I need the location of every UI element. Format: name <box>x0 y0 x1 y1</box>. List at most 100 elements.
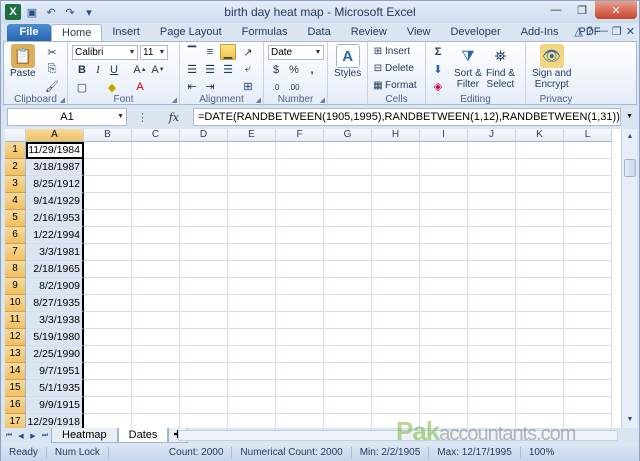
tab-home[interactable]: Home <box>51 24 103 41</box>
cell[interactable] <box>564 142 612 159</box>
cell[interactable] <box>228 227 276 244</box>
cell[interactable] <box>228 295 276 312</box>
prev-sheet-icon[interactable]: ◀ <box>15 432 27 440</box>
copy-icon[interactable]: ⎘ <box>44 61 60 77</box>
cell[interactable] <box>372 227 420 244</box>
cell[interactable] <box>84 261 132 278</box>
cell[interactable] <box>132 312 180 329</box>
cell[interactable] <box>276 312 324 329</box>
cell[interactable] <box>420 295 468 312</box>
cell[interactable] <box>372 210 420 227</box>
wrap-text-icon[interactable]: ⤶ <box>240 61 256 77</box>
cell[interactable] <box>228 142 276 159</box>
cell-a[interactable]: 9/9/1915 <box>26 397 84 414</box>
drag-handle-icon[interactable]: ⋮ <box>137 111 148 124</box>
cell[interactable] <box>84 176 132 193</box>
cell[interactable] <box>180 363 228 380</box>
cell[interactable] <box>564 312 612 329</box>
cell[interactable] <box>324 380 372 397</box>
shrink-font-icon[interactable]: A ▼ <box>150 62 166 78</box>
row-header[interactable]: 3 <box>5 176 26 193</box>
cell[interactable] <box>276 380 324 397</box>
align-right-icon[interactable]: ☰ <box>220 61 236 77</box>
insert-function-button[interactable]: fx <box>169 111 179 124</box>
cell[interactable] <box>276 414 324 428</box>
cell[interactable] <box>420 380 468 397</box>
cell[interactable] <box>420 142 468 159</box>
column-header[interactable]: C <box>132 129 180 142</box>
cell[interactable] <box>132 397 180 414</box>
cell[interactable] <box>276 176 324 193</box>
cell-a[interactable]: 2/25/1990 <box>26 346 84 363</box>
workbook-close-icon[interactable]: ✕ <box>626 25 635 38</box>
cell[interactable] <box>516 142 564 159</box>
column-header[interactable]: J <box>468 129 516 142</box>
column-header[interactable]: H <box>372 129 420 142</box>
cell[interactable] <box>180 159 228 176</box>
cell[interactable] <box>516 295 564 312</box>
increase-indent-icon[interactable]: ⇥ <box>202 78 218 94</box>
cell[interactable] <box>468 261 516 278</box>
cell[interactable] <box>324 278 372 295</box>
format-cells-button[interactable]: ▦ Format <box>371 78 416 93</box>
cell[interactable] <box>516 176 564 193</box>
cell[interactable] <box>372 278 420 295</box>
autosum-icon[interactable]: Σ <box>430 44 446 60</box>
cell-a[interactable]: 3/3/1938 <box>26 312 84 329</box>
cell[interactable] <box>564 244 612 261</box>
cell[interactable] <box>372 193 420 210</box>
cell[interactable] <box>420 244 468 261</box>
cell[interactable] <box>564 193 612 210</box>
cell[interactable] <box>372 142 420 159</box>
font-color-icon[interactable]: A <box>132 79 148 95</box>
row-header[interactable]: 9 <box>5 278 26 295</box>
row-header[interactable]: 4 <box>5 193 26 210</box>
cell[interactable] <box>420 210 468 227</box>
sign-encrypt-button[interactable]: 👁 Sign and Encrypt <box>532 44 571 90</box>
cell[interactable] <box>276 346 324 363</box>
cell[interactable] <box>372 261 420 278</box>
cell[interactable] <box>276 261 324 278</box>
cell[interactable] <box>468 363 516 380</box>
cell[interactable] <box>468 244 516 261</box>
styles-button[interactable]: A Styles <box>334 44 361 79</box>
cell[interactable] <box>84 210 132 227</box>
cell[interactable] <box>372 295 420 312</box>
cell[interactable] <box>564 176 612 193</box>
delete-cells-button[interactable]: ⊟ Delete <box>371 61 414 76</box>
column-header[interactable]: L <box>564 129 612 142</box>
cell[interactable] <box>564 346 612 363</box>
cell[interactable] <box>228 159 276 176</box>
cell[interactable] <box>228 312 276 329</box>
cell[interactable] <box>564 295 612 312</box>
cell[interactable] <box>276 193 324 210</box>
cell[interactable] <box>516 261 564 278</box>
cell[interactable] <box>228 193 276 210</box>
formula-input[interactable]: =DATE(RANDBETWEEN(1905,1995),RANDBETWEEN… <box>193 108 621 126</box>
cell[interactable] <box>84 193 132 210</box>
fill-color-icon[interactable]: ◆ <box>104 79 120 95</box>
cell[interactable] <box>516 329 564 346</box>
align-middle-icon[interactable]: ≡ <box>202 44 218 60</box>
cell[interactable] <box>180 414 228 428</box>
row-header[interactable]: 5 <box>5 210 26 227</box>
italic-icon[interactable]: I <box>90 62 106 78</box>
cut-icon[interactable]: ✂ <box>44 44 60 60</box>
cell[interactable] <box>468 193 516 210</box>
cell[interactable] <box>84 380 132 397</box>
cell[interactable] <box>324 210 372 227</box>
cell[interactable] <box>180 210 228 227</box>
row-header[interactable]: 15 <box>5 380 26 397</box>
last-sheet-icon[interactable]: ⏭ <box>39 432 51 440</box>
cell[interactable] <box>372 176 420 193</box>
first-sheet-icon[interactable]: ⏮ <box>3 432 15 440</box>
cell[interactable] <box>228 329 276 346</box>
cell-a[interactable]: 5/1/1935 <box>26 380 84 397</box>
cell[interactable] <box>420 193 468 210</box>
sheet-tab-heatmap[interactable]: Heatmap <box>51 428 118 443</box>
cell[interactable] <box>276 363 324 380</box>
column-header[interactable]: E <box>228 129 276 142</box>
cell[interactable] <box>468 380 516 397</box>
cell[interactable] <box>132 176 180 193</box>
cell[interactable] <box>564 380 612 397</box>
